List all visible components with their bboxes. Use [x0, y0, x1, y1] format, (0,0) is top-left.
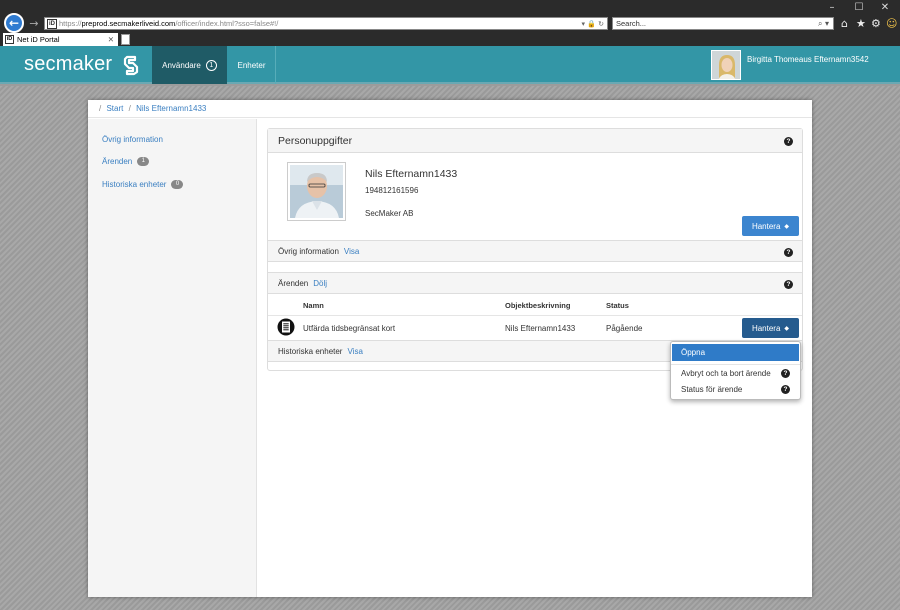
case-name: Utfärda tidsbegränsat kort [303, 324, 396, 333]
site-favicon-icon: iD [47, 19, 57, 29]
secmaker-logo-icon [124, 55, 139, 75]
home-icon[interactable]: ⌂ [841, 17, 848, 30]
column-header-status: Status [606, 301, 629, 310]
breadcrumb-current-link[interactable]: Nils Efternamn1433 [136, 104, 206, 113]
url-prefix: https:// [59, 19, 82, 28]
forward-button[interactable]: → [27, 16, 41, 30]
case-status: Pågående [606, 324, 643, 333]
sidebar-item-cases[interactable]: Ärenden 1 [102, 157, 150, 166]
menu-item-label: Öppna [681, 348, 706, 357]
history-count-badge: 0 [171, 180, 184, 189]
other-info-title-text: Övrig information [278, 247, 339, 256]
menu-item-cancel-delete[interactable]: Avbryt och ta bort ärende ? [672, 365, 799, 382]
card-document-icon [277, 318, 295, 336]
panel-title: Personuppgifter [278, 135, 353, 147]
person-name: Nils Efternamn1433 [365, 168, 458, 180]
new-tab-button[interactable] [121, 34, 130, 45]
table-divider [268, 315, 802, 316]
sidebar: Övrig information Ärenden 1 Historiska e… [88, 119, 257, 597]
menu-item-open[interactable]: Öppna [672, 344, 799, 361]
sort-caret-icon: ◆ [784, 324, 790, 332]
column-header-object: Objektbeskrivning [505, 301, 571, 310]
cases-title: Ärenden Dölj [278, 279, 327, 288]
other-info-section-header: Övrig information Visa ? [268, 240, 802, 262]
arrow-left-icon: ← [8, 16, 20, 30]
person-id-number: 194812161596 [365, 186, 419, 195]
address-bar[interactable]: iD https://preprod.secmakerliveid.com/of… [44, 17, 608, 30]
profile-photo [287, 162, 346, 221]
cases-title-text: Ärenden [278, 279, 309, 288]
help-icon[interactable]: ? [781, 385, 790, 394]
minimize-icon[interactable]: – [824, 2, 840, 13]
history-show-link[interactable]: Visa [347, 347, 362, 356]
sidebar-item-label: Ärenden [102, 157, 133, 166]
brand-logo[interactable]: secmaker [24, 53, 142, 76]
address-bar-icons[interactable]: ▾ 🔒 ↻ [581, 18, 604, 29]
help-icon[interactable]: ? [784, 137, 793, 146]
nav-users-count-badge: 1 [205, 59, 217, 71]
tab-title: Net iD Portal [17, 35, 60, 44]
sidebar-item-other-info[interactable]: Övrig information [102, 135, 163, 144]
app-header: secmaker Användare 1 Enheter Birgitta Th… [0, 46, 900, 84]
help-icon[interactable]: ? [781, 369, 790, 378]
search-icon[interactable]: ⌕ ▾ [818, 18, 829, 30]
arrow-right-icon: → [29, 16, 39, 30]
breadcrumb-separator: / [128, 104, 131, 113]
nav-item-units[interactable]: Enheter [228, 46, 276, 84]
case-actions-dropdown: Öppna Avbryt och ta bort ärende ? Status… [670, 341, 801, 400]
user-photo-icon [712, 51, 740, 79]
sidebar-item-label: Historiska enheter [102, 180, 167, 189]
back-button[interactable]: ← [4, 13, 24, 33]
tab-favicon-icon: iD [5, 35, 14, 44]
breadcrumb-separator: / [99, 104, 102, 113]
history-title-text: Historiska enheter [278, 347, 343, 356]
column-header-name: Namn [303, 301, 324, 310]
cases-count-badge: 1 [137, 157, 150, 166]
person-portrait-icon [290, 165, 343, 218]
tab-close-icon[interactable]: ✕ [108, 33, 114, 46]
panel-header: Personuppgifter ? [268, 129, 802, 153]
sidebar-item-label: Övrig information [102, 135, 163, 144]
browser-search-input[interactable]: Search... ⌕ ▾ [612, 17, 834, 30]
history-title: Historiska enheter Visa [278, 347, 363, 356]
settings-gear-icon[interactable]: ⚙ [871, 17, 881, 30]
person-organization: SecMaker AB [365, 209, 414, 218]
breadcrumb-start-link[interactable]: Start [106, 104, 123, 113]
smiley-feedback-icon[interactable]: ☺ [886, 17, 897, 30]
url-path: /officer/index.html?sso=false#!/ [175, 19, 279, 28]
other-info-show-link[interactable]: Visa [344, 247, 359, 256]
nav-item-users[interactable]: Användare 1 [152, 46, 227, 84]
manage-case-label: Hantera [751, 323, 781, 333]
manage-case-button[interactable]: Hantera ◆ [742, 318, 799, 338]
nav-users-label: Användare [162, 60, 201, 70]
breadcrumb: / Start / Nils Efternamn1433 [88, 100, 812, 118]
nav-units-label: Enheter [237, 60, 266, 70]
menu-item-case-status[interactable]: Status för ärende ? [672, 381, 799, 398]
other-info-title: Övrig information Visa [278, 247, 359, 256]
manage-person-button[interactable]: Hantera ◆ [742, 216, 799, 236]
help-icon[interactable]: ? [784, 280, 793, 289]
close-window-icon[interactable]: ✕ [877, 2, 893, 13]
manage-button-label: Hantera [751, 221, 781, 231]
search-placeholder: Search... [616, 19, 647, 28]
menu-item-label: Avbryt och ta bort ärende [681, 369, 771, 378]
user-avatar[interactable] [711, 50, 741, 80]
url-domain: preprod.secmakerliveid.com [81, 19, 176, 28]
menu-item-label: Status för ärende [681, 385, 743, 394]
cases-hide-link[interactable]: Dölj [313, 279, 327, 288]
cases-section-header: Ärenden Dölj ? [268, 272, 802, 294]
browser-chrome: – ☐ ✕ ← → iD https://preprod.secmakerliv… [0, 0, 900, 46]
favorites-star-icon[interactable]: ★ [856, 17, 866, 30]
maximize-icon[interactable]: ☐ [851, 2, 867, 13]
personal-info-panel: Personuppgifter ? Nils Efternamn1433 194… [267, 128, 803, 371]
current-user-name[interactable]: Birgitta Thomeaus Efternamn3542 [747, 55, 869, 64]
brand-name: secmaker [24, 53, 113, 75]
case-object: Nils Efternamn1433 [505, 324, 576, 333]
sidebar-item-history-units[interactable]: Historiska enheter 0 [102, 180, 184, 189]
help-icon[interactable]: ? [784, 248, 793, 257]
browser-tab[interactable]: iD Net iD Portal ✕ [3, 33, 118, 46]
sort-caret-icon: ◆ [784, 222, 790, 230]
